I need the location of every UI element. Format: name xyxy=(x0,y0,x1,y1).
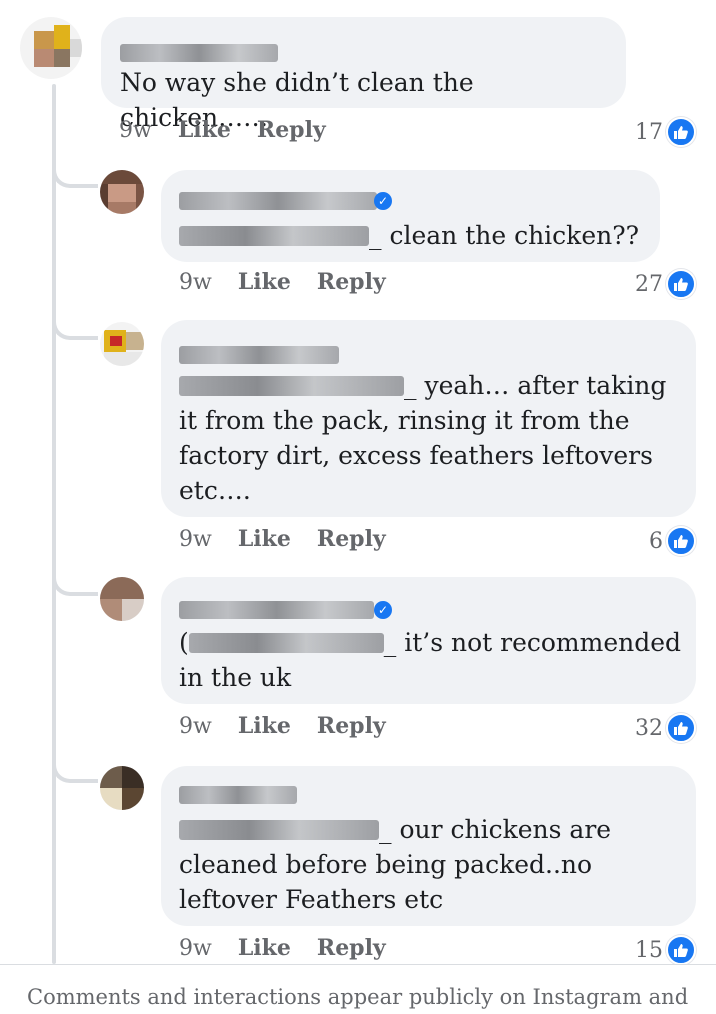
reaction-summary[interactable]: 17 xyxy=(635,117,696,147)
comment-text: _ clean the chicken?? xyxy=(369,221,640,250)
reaction-count: 17 xyxy=(635,119,663,145)
like-button[interactable]: Like xyxy=(238,269,291,295)
comment-actions: 9w Like Reply xyxy=(179,526,412,552)
thread-connector xyxy=(52,761,98,783)
reaction-count: 32 xyxy=(635,715,663,741)
comment-time: 9w xyxy=(119,117,152,143)
like-thumb-icon xyxy=(666,117,696,147)
like-button[interactable]: Like xyxy=(178,117,231,143)
comment-time: 9w xyxy=(179,526,212,552)
comment-text: _ our chickens are cleaned before being … xyxy=(179,812,689,917)
comment-time: 9w xyxy=(179,935,212,961)
like-button[interactable]: Like xyxy=(238,935,291,961)
comment-bubble: ✓ ( _ it’s not recommended in the uk xyxy=(161,577,696,704)
comment-text-line: _ it’s not recommended xyxy=(383,628,682,657)
thread-connector xyxy=(52,166,98,188)
comment-text-line: it from the pack, rinsing it from the xyxy=(179,406,630,435)
avatar[interactable] xyxy=(100,170,144,214)
reply-button[interactable]: Reply xyxy=(317,526,386,552)
comment-text-line: etc…. xyxy=(179,476,251,505)
comment-text-line: _ yeah… after taking xyxy=(404,371,667,400)
comment-text-line: cleaned before being packed..no xyxy=(179,850,593,879)
reply-button[interactable]: Reply xyxy=(317,935,386,961)
comment-bubble: _ yeah… after taking it from the pack, r… xyxy=(161,320,696,517)
like-button[interactable]: Like xyxy=(238,526,291,552)
reaction-count: 27 xyxy=(635,271,663,297)
mention-redacted[interactable] xyxy=(179,226,369,246)
comment-actions: 9w Like Reply xyxy=(179,935,412,961)
reply-button[interactable]: Reply xyxy=(317,713,386,739)
avatar[interactable] xyxy=(100,322,144,366)
public-comments-notice: Comments and interactions appear publicl… xyxy=(0,964,716,1014)
mention-redacted[interactable] xyxy=(179,820,379,840)
comment-text-line: in the uk xyxy=(179,663,292,692)
comment-actions: 9w Like Reply xyxy=(119,117,352,143)
comment-bubble: No way she didn’t clean the chicken…… xyxy=(101,17,626,132)
avatar[interactable] xyxy=(100,577,144,621)
comment-text-line: _ clean the chicken?? xyxy=(179,218,639,253)
thread-connector xyxy=(52,574,98,596)
reply-button[interactable]: Reply xyxy=(317,269,386,295)
thread-line xyxy=(52,84,56,964)
comment-text-line: _ our chickens are xyxy=(379,815,612,844)
reply-button[interactable]: Reply xyxy=(257,117,326,143)
notice-text: Comments and interactions appear publicl… xyxy=(27,985,689,1009)
like-button[interactable]: Like xyxy=(238,713,291,739)
comment-bubble: _ our chickens are cleaned before being … xyxy=(161,766,696,926)
reaction-count: 6 xyxy=(649,528,663,554)
comment-text: ( _ it’s not recommended in the uk xyxy=(179,625,689,695)
like-thumb-icon xyxy=(666,713,696,743)
avatar[interactable] xyxy=(100,766,144,810)
author-name-redacted[interactable] xyxy=(179,346,339,364)
comment-time: 9w xyxy=(179,269,212,295)
comment-actions: 9w Like Reply xyxy=(179,269,412,295)
author-name-redacted[interactable] xyxy=(179,192,377,210)
comment-time: 9w xyxy=(179,713,212,739)
comment-text: _ yeah… after taking it from the pack, r… xyxy=(179,368,679,508)
verified-badge-icon: ✓ xyxy=(374,601,392,619)
reaction-summary[interactable]: 6 xyxy=(649,526,696,556)
reaction-summary[interactable]: 27 xyxy=(635,269,696,299)
like-thumb-icon xyxy=(666,526,696,556)
like-thumb-icon xyxy=(666,935,696,965)
comment-text-line: factory dirt, excess feathers leftovers xyxy=(179,441,653,470)
reaction-summary[interactable]: 32 xyxy=(635,713,696,743)
mention-redacted[interactable] xyxy=(179,376,404,396)
verified-badge-icon: ✓ xyxy=(374,192,392,210)
avatar[interactable] xyxy=(20,17,82,79)
reaction-count: 15 xyxy=(635,937,663,963)
comment-actions: 9w Like Reply xyxy=(179,713,412,739)
like-thumb-icon xyxy=(666,269,696,299)
author-name-redacted[interactable] xyxy=(179,786,297,804)
comment-text-line: leftover Feathers etc xyxy=(179,885,444,914)
author-name-redacted[interactable] xyxy=(179,601,374,619)
comment-text-prefix: ( xyxy=(179,628,189,657)
mention-redacted[interactable] xyxy=(188,633,384,653)
comment-bubble: ✓ _ clean the chicken?? xyxy=(161,170,660,262)
thread-connector xyxy=(52,318,98,340)
reaction-summary[interactable]: 15 xyxy=(635,935,696,965)
author-name-redacted[interactable] xyxy=(120,44,278,62)
